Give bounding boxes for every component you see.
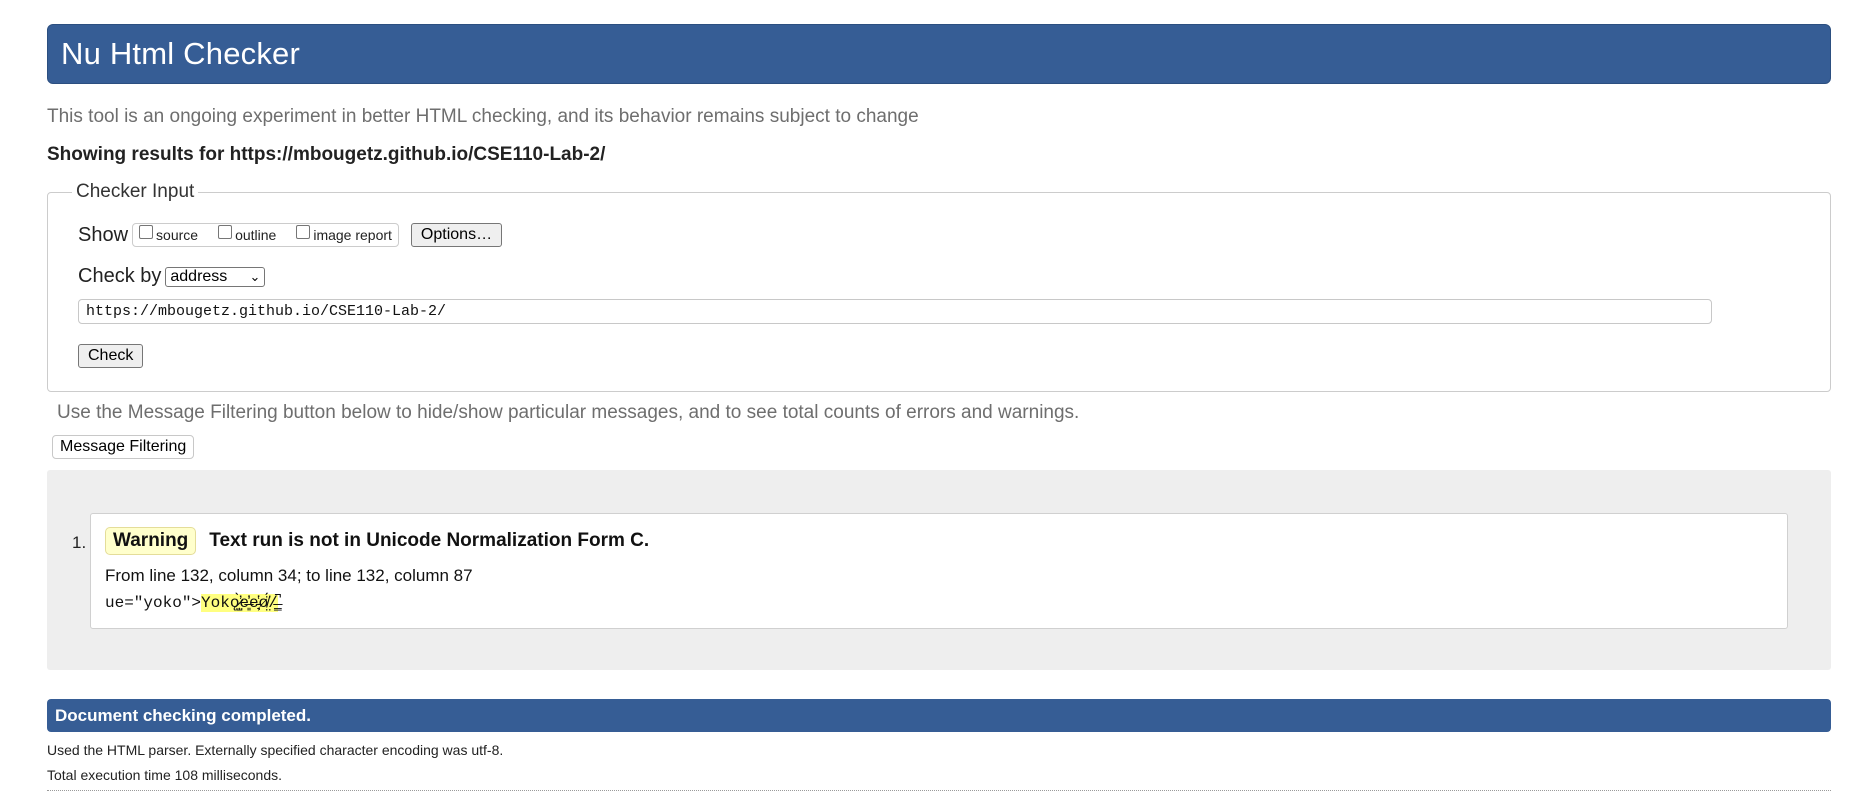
warning-message: Warning Text run is not in Unicode Norma…: [90, 513, 1788, 629]
checker-input-legend: Checker Input: [72, 181, 199, 203]
image-report-label: image report: [313, 227, 392, 243]
document-checking-completed: Document checking completed.: [47, 699, 1831, 732]
source-label: source: [156, 227, 199, 243]
checker-input-fieldset: Checker Input Show source outline image …: [47, 181, 1831, 392]
url-input[interactable]: https://mbougetz.github.io/CSE110-Lab-2/: [78, 299, 1712, 324]
checked-url: https://mbougetz.github.io/CSE110-Lab-2/: [229, 144, 606, 165]
execution-time: Total execution time 108 milliseconds.: [47, 767, 283, 783]
showing-results: Showing results for https://mbougetz.git…: [47, 144, 605, 166]
show-outline-option[interactable]: outline: [218, 225, 277, 243]
page-header: Nu Html Checker: [47, 24, 1831, 84]
showing-prefix: Showing results for: [47, 144, 230, 165]
show-image-report-option[interactable]: image report: [296, 225, 392, 243]
message-filtering-button[interactable]: Message Filtering: [52, 435, 195, 459]
show-label: Show: [78, 223, 129, 246]
message-location: From line 132, column 34; to line 132, c…: [105, 566, 473, 585]
check-button[interactable]: Check: [78, 344, 144, 368]
page-title: Nu Html Checker: [61, 36, 300, 71]
check-by-row: Check by address ⌄: [78, 265, 266, 288]
options-button[interactable]: Options…: [410, 223, 503, 247]
image-report-checkbox[interactable]: [296, 225, 311, 239]
source-extract: ue="yoko">Yokǫ̷̛̺͎̀e̶͈̍̓e̵̦̘̔ø̸̤̈́/̶͇̚: [105, 594, 278, 612]
show-source-option[interactable]: source: [139, 225, 199, 243]
message-number: 1.: [72, 533, 87, 552]
chevron-down-icon: ⌄: [249, 268, 261, 284]
divider: [47, 790, 1831, 791]
check-by-select[interactable]: address ⌄: [165, 266, 266, 287]
outline-checkbox[interactable]: [218, 225, 233, 239]
filter-note: Use the Message Filtering button below t…: [57, 402, 1080, 423]
source-checkbox[interactable]: [139, 225, 154, 239]
message-header: Warning Text run is not in Unicode Norma…: [105, 527, 649, 555]
extract-highlight: Yokǫ̷̛̺͎̀e̶͈̍̓e̵̦̘̔ø̸̤̈́/: [201, 594, 278, 612]
outline-label: outline: [235, 227, 277, 243]
message-title: Text run is not in Unicode Normalization…: [209, 530, 650, 551]
warning-badge: Warning: [105, 527, 197, 555]
show-options-group: source outline image report: [132, 223, 399, 247]
tool-description: This tool is an ongoing experiment in be…: [47, 106, 919, 127]
check-by-value: address: [170, 267, 228, 285]
page: Nu Html Checker This tool is an ongoing …: [47, 24, 1831, 791]
parser-info: Used the HTML parser. Externally specifi…: [47, 742, 504, 758]
extract-prefix: ue="yoko">: [105, 594, 202, 612]
results-area: 1. Warning Text run is not in Unicode No…: [47, 470, 1831, 670]
check-by-label: Check by: [78, 265, 162, 287]
show-row: Show source outline image report Options…: [78, 223, 503, 247]
